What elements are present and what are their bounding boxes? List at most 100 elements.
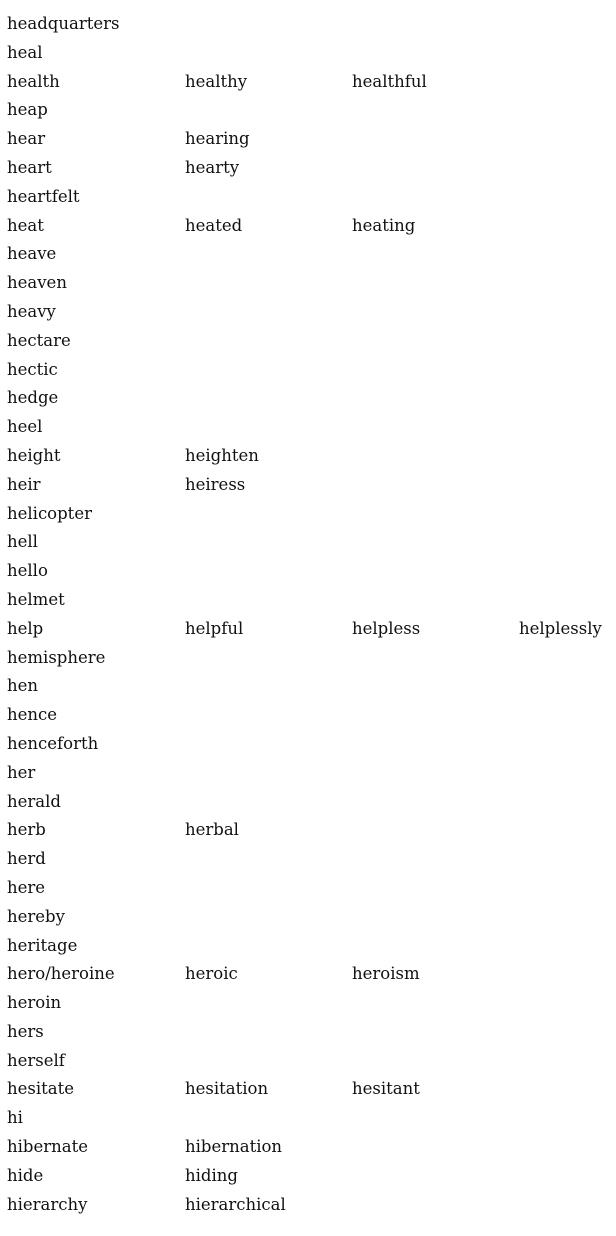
word-row: heritage <box>0 932 616 961</box>
word-row: heart hearty <box>0 154 616 183</box>
headword: herd <box>7 849 46 869</box>
headword: hemisphere <box>7 647 106 667</box>
headword: heartfelt <box>7 186 80 206</box>
word-row: hectare <box>0 327 616 356</box>
headword: hectare <box>7 330 71 350</box>
headword: herself <box>7 1050 65 1070</box>
word-row: hereby <box>0 903 616 932</box>
headword: heroin <box>7 993 62 1013</box>
word-row: herald <box>0 788 616 817</box>
derived-word: heated <box>185 215 243 235</box>
headword: hierarchy <box>7 1194 88 1214</box>
word-row: hemisphere <box>0 644 616 673</box>
headword: hello <box>7 561 48 581</box>
word-row: hesitate hesitation hesitant <box>0 1075 616 1104</box>
headword: help <box>7 618 44 638</box>
derived-word: helpful <box>185 618 244 638</box>
headword: headquarters <box>7 14 120 33</box>
headword: helmet <box>7 589 65 609</box>
word-row: health healthy healthful <box>0 68 616 97</box>
word-row: headquarters <box>0 10 616 39</box>
word-row: hedge <box>0 384 616 413</box>
word-row: her <box>0 759 616 788</box>
word-row: hierarchy hierarchical <box>0 1191 616 1220</box>
headword: herald <box>7 791 61 811</box>
word-table: headquarters heal health healthy healthful he… <box>0 10 616 1219</box>
word-row: here <box>0 874 616 903</box>
headword: heaven <box>7 273 67 293</box>
headword: hedge <box>7 388 59 408</box>
derived-word: hearing <box>185 129 250 149</box>
word-row: heavy <box>0 298 616 327</box>
word-row: hide hiding <box>0 1162 616 1191</box>
word-row: hell <box>0 528 616 557</box>
word-list-page: { "rows": [ ["headquarters"], ["heal"], … <box>0 0 616 1236</box>
word-row: heat heated heating <box>0 212 616 241</box>
headword: hereby <box>7 906 65 926</box>
headword: heir <box>7 474 41 494</box>
word-row: heal <box>0 39 616 68</box>
derived-word: hibernation <box>185 1137 283 1157</box>
headword: hectic <box>7 359 58 379</box>
headword: helicopter <box>7 503 92 523</box>
word-row: hence <box>0 701 616 730</box>
headword: heart <box>7 157 52 177</box>
headword: height <box>7 445 61 465</box>
headword: her <box>7 762 36 782</box>
word-row: heel <box>0 413 616 442</box>
derived-word: heiress <box>185 474 246 494</box>
headword: heal <box>7 42 43 62</box>
word-row: heir heiress <box>0 471 616 500</box>
headword: hide <box>7 1165 44 1185</box>
derived-word: hierarchical <box>185 1194 286 1214</box>
word-row: heroin <box>0 989 616 1018</box>
derived-word: hesitant <box>352 1079 420 1099</box>
derived-word: helpless <box>352 618 421 638</box>
headword: hers <box>7 1021 44 1041</box>
headword: heel <box>7 417 43 437</box>
word-row: helicopter <box>0 500 616 529</box>
headword: heavy <box>7 301 56 321</box>
word-row: herb herbal <box>0 816 616 845</box>
derived-word: healthy <box>185 71 248 91</box>
headword: hence <box>7 705 58 725</box>
word-row: hen <box>0 672 616 701</box>
derived-word: hesitation <box>185 1079 269 1099</box>
headword: herb <box>7 820 46 840</box>
headword: hibernate <box>7 1137 88 1157</box>
word-row: herself <box>0 1047 616 1076</box>
word-row: heave <box>0 240 616 269</box>
word-row: hear hearing <box>0 125 616 154</box>
word-row: hectic <box>0 356 616 385</box>
headword: hear <box>7 129 46 149</box>
word-row: herd <box>0 845 616 874</box>
headword: hen <box>7 676 39 696</box>
headword: here <box>7 877 46 897</box>
derived-word: healthful <box>352 71 427 91</box>
headword: health <box>7 71 60 91</box>
word-row: henceforth <box>0 730 616 759</box>
derived-word: hiding <box>185 1165 238 1185</box>
word-row: heartfelt <box>0 183 616 212</box>
word-row: height heighten <box>0 442 616 471</box>
derived-word: hearty <box>185 157 240 177</box>
word-row: hibernate hibernation <box>0 1133 616 1162</box>
word-row: hello <box>0 557 616 586</box>
headword: hell <box>7 532 38 552</box>
headword: hesitate <box>7 1079 74 1099</box>
derived-word: heroism <box>352 964 420 984</box>
word-row: heaven <box>0 269 616 298</box>
headword: heap <box>7 100 48 120</box>
headword: heat <box>7 215 44 235</box>
derived-word: helplessly <box>519 618 602 638</box>
headword: heave <box>7 244 57 264</box>
word-row: help helpful helpless helplessly <box>0 615 616 644</box>
derived-word: heroic <box>185 964 238 984</box>
derived-word: heighten <box>185 445 259 465</box>
headword: hi <box>7 1108 23 1128</box>
word-row: heap <box>0 96 616 125</box>
derived-word: heating <box>352 215 416 235</box>
word-row: hers <box>0 1018 616 1047</box>
derived-word: herbal <box>185 820 239 840</box>
headword: henceforth <box>7 733 99 753</box>
